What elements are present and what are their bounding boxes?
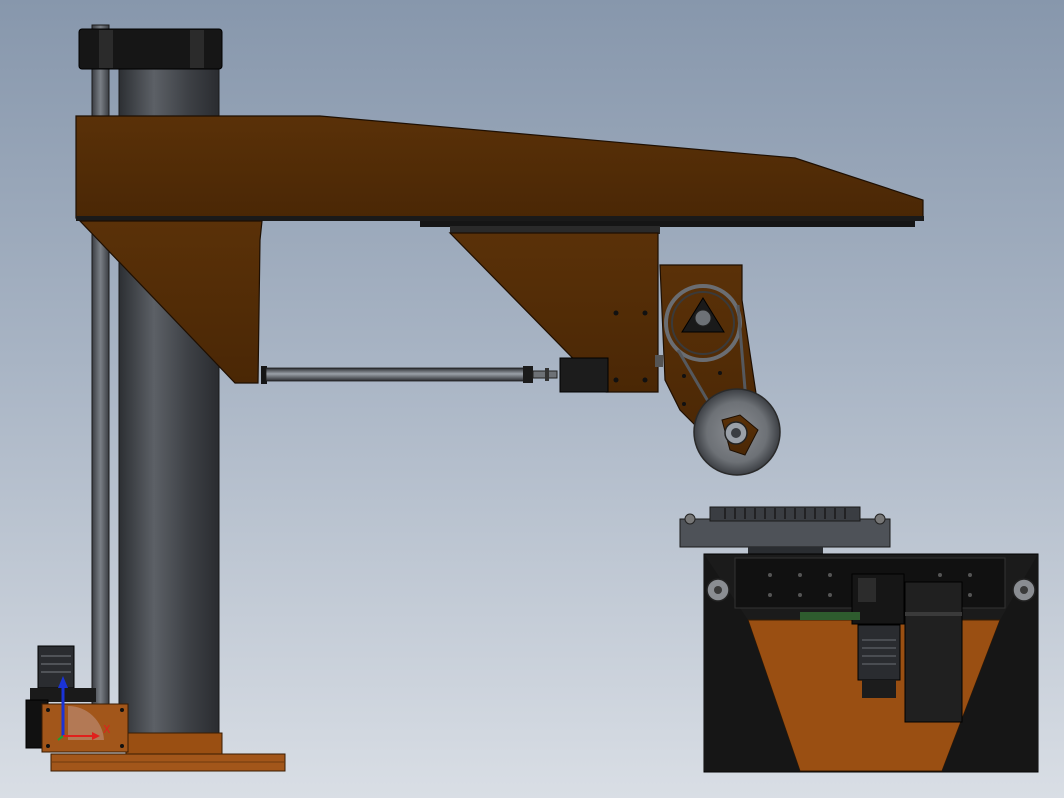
x-axis-label: X: [103, 723, 111, 736]
machine-frame: [703, 553, 1039, 773]
motor-body: [857, 624, 901, 681]
cad-assembly-drawing: X: [25, 24, 1039, 773]
arm-bottom-rail: [76, 216, 924, 221]
vertical-drive-column: [904, 581, 963, 723]
arm-beam: [75, 115, 924, 219]
cylinder-mount-block: [559, 357, 609, 393]
gear-motor: [37, 645, 75, 689]
fixture-plate: [679, 518, 891, 548]
cylinder-rod: [261, 366, 558, 384]
workpiece-table: [679, 506, 891, 557]
grinding-head: [655, 264, 781, 476]
cad-viewport[interactable]: X: [0, 0, 1064, 798]
